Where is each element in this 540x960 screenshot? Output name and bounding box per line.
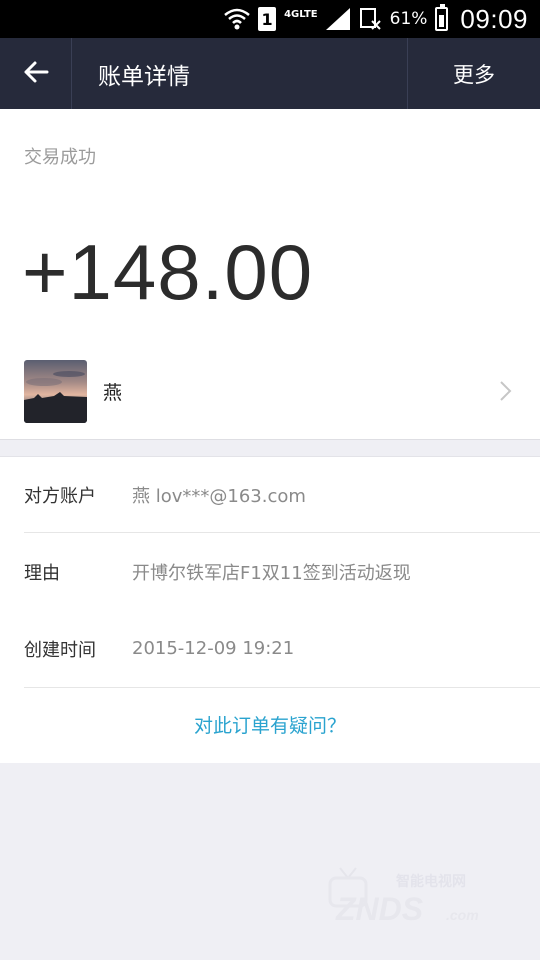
battery-icon bbox=[435, 4, 449, 31]
back-arrow-icon bbox=[23, 60, 49, 88]
sim-slot-badge: 1 bbox=[258, 7, 277, 31]
back-button[interactable] bbox=[0, 38, 72, 109]
transaction-amount: +148.00 bbox=[22, 228, 314, 316]
status-bar: 1 4GLTE 61% 09:09 bbox=[0, 0, 540, 38]
clock: 09:09 bbox=[460, 3, 528, 34]
order-question-link[interactable]: 对此订单有疑问？ bbox=[0, 693, 540, 755]
wifi-icon bbox=[224, 7, 250, 31]
more-button[interactable]: 更多 bbox=[407, 38, 540, 109]
watermark-cn: 智能电视网 bbox=[395, 873, 466, 890]
detail-row-reason: 理由 开博尔铁军店F1双11签到活动返现 bbox=[24, 534, 540, 610]
transaction-details: 对方账户 燕 lov***@163.com 理由 开博尔铁军店F1双11签到活动… bbox=[0, 456, 540, 763]
watermark-suffix: .com bbox=[446, 907, 479, 923]
transaction-summary: 交易成功 +148.00 燕 bbox=[0, 109, 540, 440]
battery-percent: 61% bbox=[389, 9, 428, 29]
detail-label: 创建时间 bbox=[24, 639, 96, 661]
detail-value: 开博尔铁军店F1双11签到活动返现 bbox=[132, 563, 411, 584]
no-sim-signal-icon bbox=[358, 7, 382, 31]
chevron-right-icon bbox=[486, 371, 526, 411]
signal-icon bbox=[325, 8, 350, 30]
watermark-en: ZNDS bbox=[335, 891, 424, 927]
watermark-logo: 智能电视网 ZNDS .com bbox=[326, 862, 501, 928]
counterparty-row[interactable]: 燕 bbox=[0, 351, 540, 431]
detail-row-account: 对方账户 燕 lov***@163.com bbox=[24, 457, 540, 533]
app-header: 账单详情 更多 bbox=[0, 38, 540, 109]
counterparty-name: 燕 bbox=[103, 381, 123, 404]
detail-label: 理由 bbox=[24, 563, 60, 584]
detail-row-created-time: 创建时间 2015-12-09 19:21 bbox=[24, 610, 540, 688]
detail-value: 燕 lov***@163.com bbox=[132, 485, 306, 507]
detail-value: 2015-12-09 19:21 bbox=[132, 638, 295, 659]
page-title: 账单详情 bbox=[98, 63, 190, 90]
transaction-status: 交易成功 bbox=[24, 147, 96, 168]
detail-label: 对方账户 bbox=[24, 485, 96, 507]
network-type: 4GLTE bbox=[284, 8, 318, 20]
avatar bbox=[24, 359, 87, 423]
